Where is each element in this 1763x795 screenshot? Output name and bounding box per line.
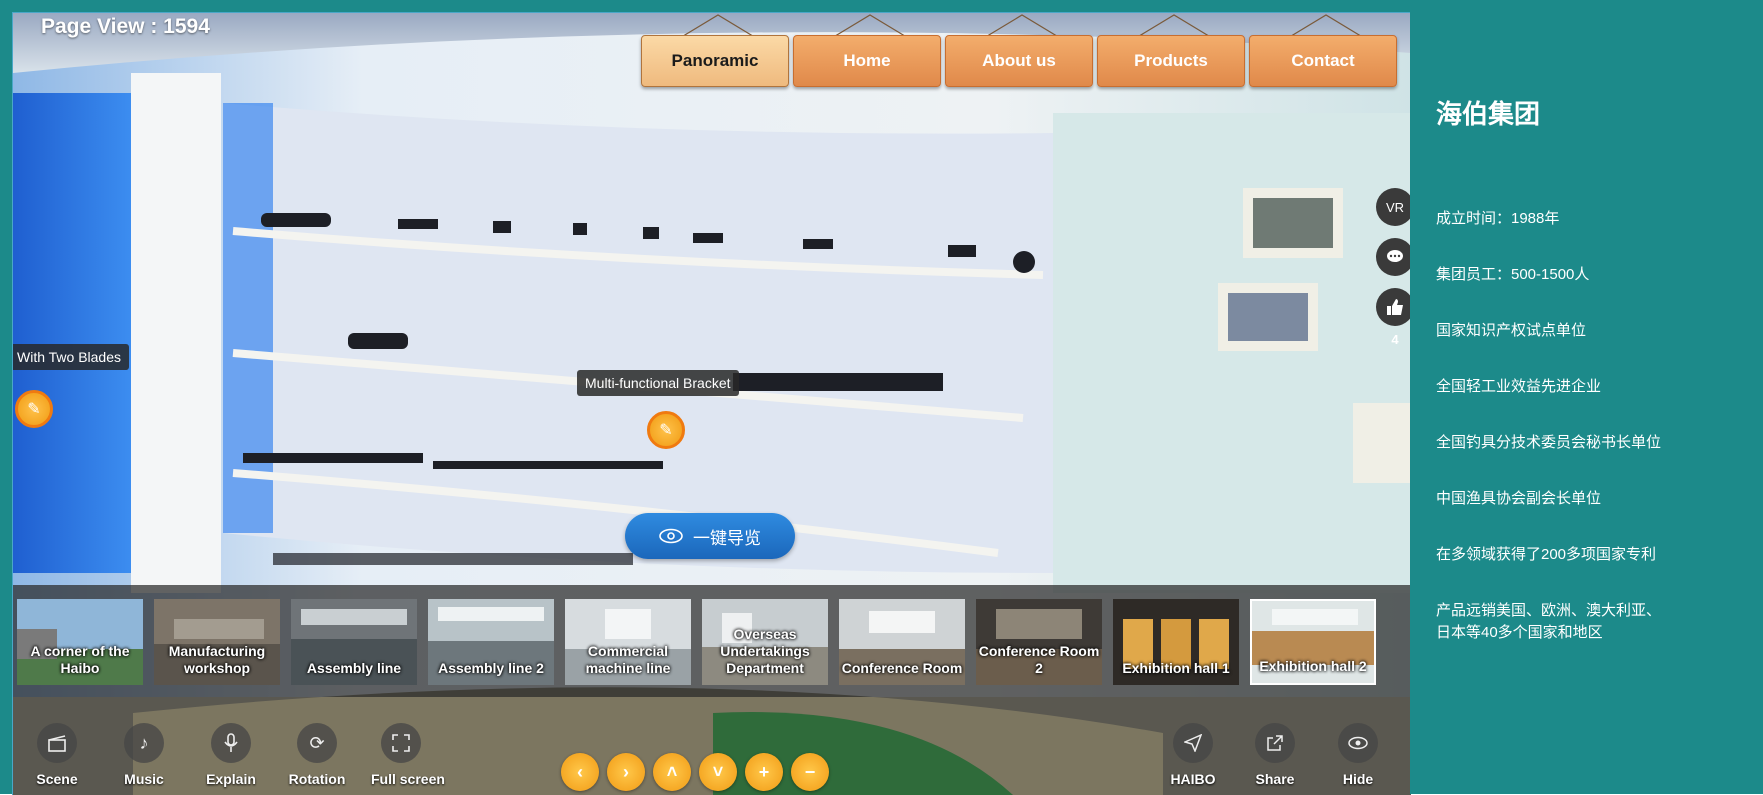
- nav-panoramic-label: Panoramic: [671, 51, 759, 70]
- scene-thumb-label: Assembly line 2: [438, 660, 544, 676]
- haibo-label: HAIBO: [1170, 771, 1216, 787]
- pan-right-button[interactable]: ›: [607, 753, 645, 791]
- panorama-viewer[interactable]: Page View : 1594 Panoramic Home About us…: [12, 12, 1411, 795]
- scene-thumb-label: A corner of the Haibo: [30, 643, 130, 676]
- fact-item: 全国轻工业效益先进企业: [1436, 378, 1602, 395]
- like-count: 4: [1391, 332, 1399, 347]
- nav-contact-label: Contact: [1291, 51, 1355, 70]
- scene-thumb-commercial-machine-line[interactable]: Commercial machine line: [565, 599, 691, 685]
- like-button[interactable]: [1376, 288, 1411, 326]
- nav-products[interactable]: Products: [1097, 35, 1245, 87]
- vr-button[interactable]: VR: [1376, 188, 1411, 226]
- hotspot-label-center: Multi-functional Bracket: [577, 370, 739, 396]
- scene-thumb-label: Commercial machine line: [585, 643, 671, 676]
- scene-thumb-exhibition-hall-2[interactable]: Exhibition hall 2: [1250, 599, 1376, 685]
- share-label: Share: [1255, 771, 1295, 787]
- fact-item: 国家知识产权试点单位: [1436, 322, 1587, 339]
- zoom-in-button[interactable]: +: [745, 753, 783, 791]
- nav-home-label: Home: [843, 51, 891, 70]
- share-button[interactable]: Share: [1245, 723, 1305, 787]
- eye-hide-icon: [1338, 723, 1378, 763]
- hotspot-label-left: With Two Blades: [13, 344, 130, 370]
- clapperboard-icon: [37, 723, 77, 763]
- arrow-up-icon: ˄: [666, 761, 678, 782]
- scene-button[interactable]: Scene: [27, 723, 87, 787]
- hotspot-center[interactable]: ✎: [647, 411, 685, 449]
- eye-icon: [659, 528, 683, 544]
- scene-thumb-a-corner-of-the-haibo[interactable]: A corner of the Haibo: [17, 599, 143, 685]
- arrow-down-icon: ˅: [712, 761, 724, 782]
- fact-item: 在多领域获得了200多项国家专利: [1436, 546, 1657, 563]
- hide-label: Hide: [1342, 771, 1374, 787]
- comment-icon: [1387, 250, 1403, 262]
- fact-item: 成立时间：1988年: [1436, 210, 1560, 227]
- page-frame: Page View : 1594 Panoramic Home About us…: [0, 0, 1763, 795]
- music-note-icon: ♪: [124, 723, 164, 763]
- scene-thumb-conference-room-2[interactable]: Conference Room 2: [976, 599, 1102, 685]
- fact-item: 产品远销美国、欧洲、澳大利亚、 日本等40多个国家和地区: [1436, 602, 1662, 641]
- pen-icon: ✎: [659, 422, 673, 439]
- scene-thumb-label: Exhibition hall 2: [1259, 658, 1367, 674]
- thumbs-up-icon: [1387, 299, 1403, 315]
- nav-products-label: Products: [1134, 51, 1208, 70]
- scene-thumb-manufacturing-workshop[interactable]: Manufacturing workshop: [154, 599, 280, 685]
- scene-label: Scene: [36, 771, 78, 787]
- rotation-icon: ⟳: [297, 723, 337, 763]
- haibo-button[interactable]: HAIBO: [1163, 723, 1223, 787]
- page-view-counter: Page View : 1594: [41, 15, 210, 38]
- nav-about-us[interactable]: About us: [945, 35, 1093, 87]
- fact-item: 全国钓具分技术委员会秘书长单位: [1436, 434, 1662, 451]
- scene-thumb-label: Overseas Undertakings Department: [720, 626, 810, 676]
- rotation-button[interactable]: ⟳ Rotation: [287, 723, 347, 787]
- comment-button[interactable]: [1376, 238, 1411, 276]
- scene-thumb-label: Conference Room: [841, 660, 963, 676]
- rotation-label: Rotation: [288, 771, 346, 787]
- share-icon: [1255, 723, 1295, 763]
- hotspot-left[interactable]: ✎: [15, 390, 53, 428]
- paper-plane-icon: [1173, 723, 1213, 763]
- scene-thumb-label: Exhibition hall 1: [1122, 660, 1230, 676]
- full-screen-button[interactable]: Full screen: [371, 723, 445, 787]
- pen-icon: ✎: [27, 401, 41, 418]
- fact-item: 集团员工：500-1500人: [1436, 266, 1590, 283]
- scene-thumb-conference-room[interactable]: Conference Room: [839, 599, 965, 685]
- scene-thumb-exhibition-hall-1[interactable]: Exhibition hall 1: [1113, 599, 1239, 685]
- music-button[interactable]: ♪ Music: [114, 723, 174, 787]
- music-label: Music: [124, 771, 164, 787]
- pan-left-button[interactable]: ‹: [561, 753, 599, 791]
- zoom-out-icon: −: [804, 761, 816, 782]
- scene-thumb-label: Conference Room 2: [978, 643, 1100, 676]
- company-title: 海伯集团: [1436, 99, 1541, 129]
- one-click-tour-button[interactable]: 一键导览: [625, 513, 795, 559]
- scene-thumb-overseas-undertakings-department[interactable]: Overseas Undertakings Department: [702, 599, 828, 685]
- nav-home[interactable]: Home: [793, 35, 941, 87]
- scene-thumb-label: Manufacturing workshop: [168, 643, 266, 676]
- scene-thumbnail-strip: A corner of the Haibo Manufacturing work…: [13, 585, 1411, 697]
- nav-panoramic[interactable]: Panoramic: [641, 35, 789, 87]
- one-click-tour-label: 一键导览: [693, 528, 761, 548]
- fullscreen-icon: [381, 723, 421, 763]
- hide-button[interactable]: Hide: [1328, 723, 1388, 787]
- zoom-in-icon: +: [758, 761, 770, 782]
- nav-contact[interactable]: Contact: [1249, 35, 1397, 87]
- pan-up-button[interactable]: ˄: [653, 753, 691, 791]
- full-screen-label: Full screen: [371, 771, 445, 787]
- arrow-left-icon: ‹: [577, 761, 583, 782]
- microphone-icon: [211, 723, 251, 763]
- scene-thumb-assembly-line-2[interactable]: Assembly line 2: [428, 599, 554, 685]
- arrow-right-icon: ›: [623, 761, 629, 782]
- zoom-out-button[interactable]: −: [791, 753, 829, 791]
- company-info-panel: 海伯集团 成立时间：1988年 集团员工：500-1500人 国家知识产权试点单…: [1410, 12, 1763, 794]
- explain-label: Explain: [206, 771, 256, 787]
- explain-button[interactable]: Explain: [201, 723, 261, 787]
- pan-down-button[interactable]: ˅: [699, 753, 737, 791]
- fact-item: 中国渔具协会副会长单位: [1436, 490, 1602, 507]
- scene-thumb-label: Assembly line: [306, 660, 402, 676]
- nav-about-us-label: About us: [982, 51, 1056, 70]
- vr-icon: VR: [1385, 199, 1405, 215]
- scene-thumb-assembly-line[interactable]: Assembly line: [291, 599, 417, 685]
